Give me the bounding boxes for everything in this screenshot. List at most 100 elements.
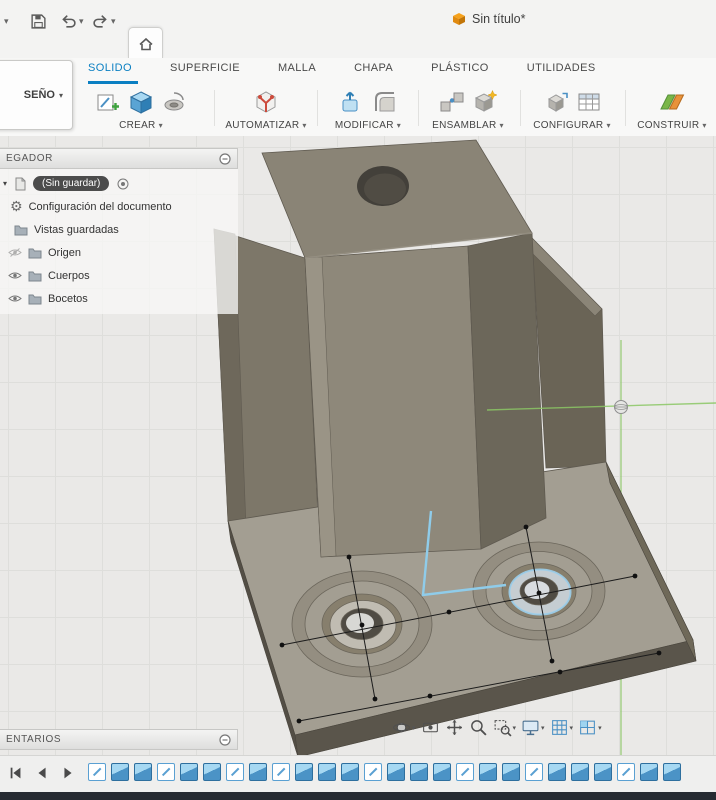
extrude-icon[interactable] [127, 88, 155, 116]
zoom-button[interactable] [468, 717, 489, 738]
timeline-item-feature[interactable] [410, 763, 428, 781]
timeline-item-sketch[interactable] [456, 763, 474, 781]
redo-dropdown[interactable]: ▾ [111, 16, 116, 27]
revolve-icon[interactable] [160, 88, 188, 116]
unsaved-document-pill[interactable]: (Sin guardar) [33, 176, 110, 191]
tab-plastico[interactable]: PLÁSTICO [431, 62, 489, 74]
timeline-item-feature[interactable] [203, 763, 221, 781]
play-button[interactable] [60, 765, 76, 781]
timeline-item-sketch[interactable] [88, 763, 106, 781]
grid-display-button[interactable]: ▾ [549, 717, 575, 738]
configuration-icon[interactable] [542, 88, 570, 116]
expand-arrow-icon[interactable]: ▾ [3, 179, 7, 188]
display-settings-button[interactable]: ▾ [520, 717, 546, 738]
browser-row-saved-views[interactable]: Vistas guardadas [0, 218, 238, 241]
document-name: Sin título* [472, 12, 526, 26]
comments-panel: ENTARIOS [0, 729, 238, 750]
create-sketch-icon[interactable] [94, 88, 122, 116]
ribbon-tabs: SOLIDO SUPERFICIE MALLA CHAPA PLÁSTICO U… [88, 62, 596, 74]
timeline-item-sketch[interactable] [157, 763, 175, 781]
tab-solido[interactable]: SOLIDO [88, 62, 132, 74]
browser-row-sketches[interactable]: Bocetos [0, 287, 238, 310]
fillet-icon[interactable] [371, 88, 399, 116]
browser-panel-header[interactable]: EGADOR [0, 148, 238, 169]
bottom-scrollbar[interactable] [0, 792, 716, 800]
quick-access-dropdown[interactable]: ▾ [4, 16, 9, 27]
timeline-item-feature[interactable] [571, 763, 589, 781]
skip-to-start-button[interactable] [8, 765, 24, 781]
collapse-browser-button[interactable] [219, 152, 231, 165]
grid-icon [551, 720, 567, 735]
timeline-item-sketch[interactable] [226, 763, 244, 781]
tab-superficie[interactable]: SUPERFICIE [170, 62, 240, 74]
timeline-item-feature[interactable] [180, 763, 198, 781]
timeline-item-feature[interactable] [249, 763, 267, 781]
ribbon-separator [214, 90, 215, 126]
automatizar-menu[interactable]: AUTOMATIZAR ▾ [225, 120, 306, 131]
press-pull-icon[interactable] [338, 88, 366, 116]
redo-button[interactable] [92, 13, 110, 31]
timeline-item-feature[interactable] [387, 763, 405, 781]
timeline-item-feature[interactable] [295, 763, 313, 781]
construction-plane-icon[interactable] [658, 88, 686, 116]
ribbon-group-automatizar: AUTOMATIZAR ▾ [218, 86, 314, 134]
configurar-menu[interactable]: CONFIGURAR ▾ [533, 120, 611, 131]
browser-row-document[interactable]: ▾ (Sin guardar) [0, 172, 238, 195]
collapse-icon [219, 152, 231, 165]
visibility-on-icon[interactable] [8, 293, 22, 304]
browser-row-origin[interactable]: Origen [0, 241, 238, 264]
crear-menu[interactable]: CREAR ▾ [119, 120, 163, 131]
tab-utilidades[interactable]: UTILIDADES [527, 62, 596, 74]
browser-row-document-settings[interactable]: ⚙ Configuración del documento [0, 195, 238, 218]
timeline-item-feature[interactable] [341, 763, 359, 781]
zoom-window-button[interactable]: ▾ [492, 717, 518, 738]
save-button[interactable] [30, 13, 48, 31]
undo-button[interactable] [60, 13, 78, 31]
timeline-item-feature[interactable] [502, 763, 520, 781]
step-back-button[interactable] [34, 765, 50, 781]
look-at-button[interactable] [420, 717, 441, 738]
undo-dropdown[interactable]: ▾ [79, 16, 84, 27]
ribbon-separator [418, 90, 419, 126]
timeline-item-sketch[interactable] [617, 763, 635, 781]
visibility-off-icon[interactable] [8, 247, 22, 258]
timeline-item-feature[interactable] [548, 763, 566, 781]
tab-malla[interactable]: MALLA [278, 62, 316, 74]
timeline-item-feature[interactable] [640, 763, 658, 781]
tab-chapa[interactable]: CHAPA [354, 62, 393, 74]
pan-button[interactable] [444, 717, 465, 738]
timeline-item-sketch[interactable] [364, 763, 382, 781]
chevron-down-icon: ▾ [396, 121, 402, 130]
home-button[interactable] [128, 27, 163, 59]
collapse-comments-button[interactable] [219, 733, 231, 746]
timeline-item-feature[interactable] [479, 763, 497, 781]
origin-point[interactable] [614, 400, 628, 414]
modificar-menu[interactable]: MODIFICAR ▾ [335, 120, 401, 131]
ensamblar-menu[interactable]: ENSAMBLAR ▾ [432, 120, 504, 131]
generative-design-icon[interactable] [252, 88, 280, 116]
workspace-selector[interactable]: SEÑO ▾ [0, 60, 73, 130]
chevron-down-icon: ▾ [606, 121, 611, 130]
timeline-item-sketch[interactable] [272, 763, 290, 781]
timeline-item-sketch[interactable] [525, 763, 543, 781]
timeline-item-feature[interactable] [594, 763, 612, 781]
new-component-icon[interactable] [471, 88, 499, 116]
timeline-item-feature[interactable] [433, 763, 451, 781]
folder-icon [28, 271, 42, 281]
ribbon-separator [625, 90, 626, 126]
timeline-item-feature[interactable] [318, 763, 336, 781]
browser-row-bodies[interactable]: Cuerpos [0, 264, 238, 287]
zoom-window-icon [494, 720, 512, 737]
visibility-on-icon[interactable] [8, 270, 22, 281]
joint-icon[interactable] [438, 88, 466, 116]
timeline-item-feature[interactable] [134, 763, 152, 781]
parameters-table-icon[interactable] [575, 88, 603, 116]
chevron-down-icon: ▾ [499, 121, 504, 130]
orbit-button[interactable]: ▾ [391, 717, 417, 738]
activate-radio-icon[interactable] [117, 178, 129, 190]
comments-panel-header[interactable]: ENTARIOS [0, 729, 238, 750]
viewports-button[interactable]: ▾ [577, 717, 603, 738]
construir-menu[interactable]: CONSTRUIR ▾ [637, 120, 706, 131]
timeline-item-feature[interactable] [111, 763, 129, 781]
timeline-item-feature[interactable] [663, 763, 681, 781]
